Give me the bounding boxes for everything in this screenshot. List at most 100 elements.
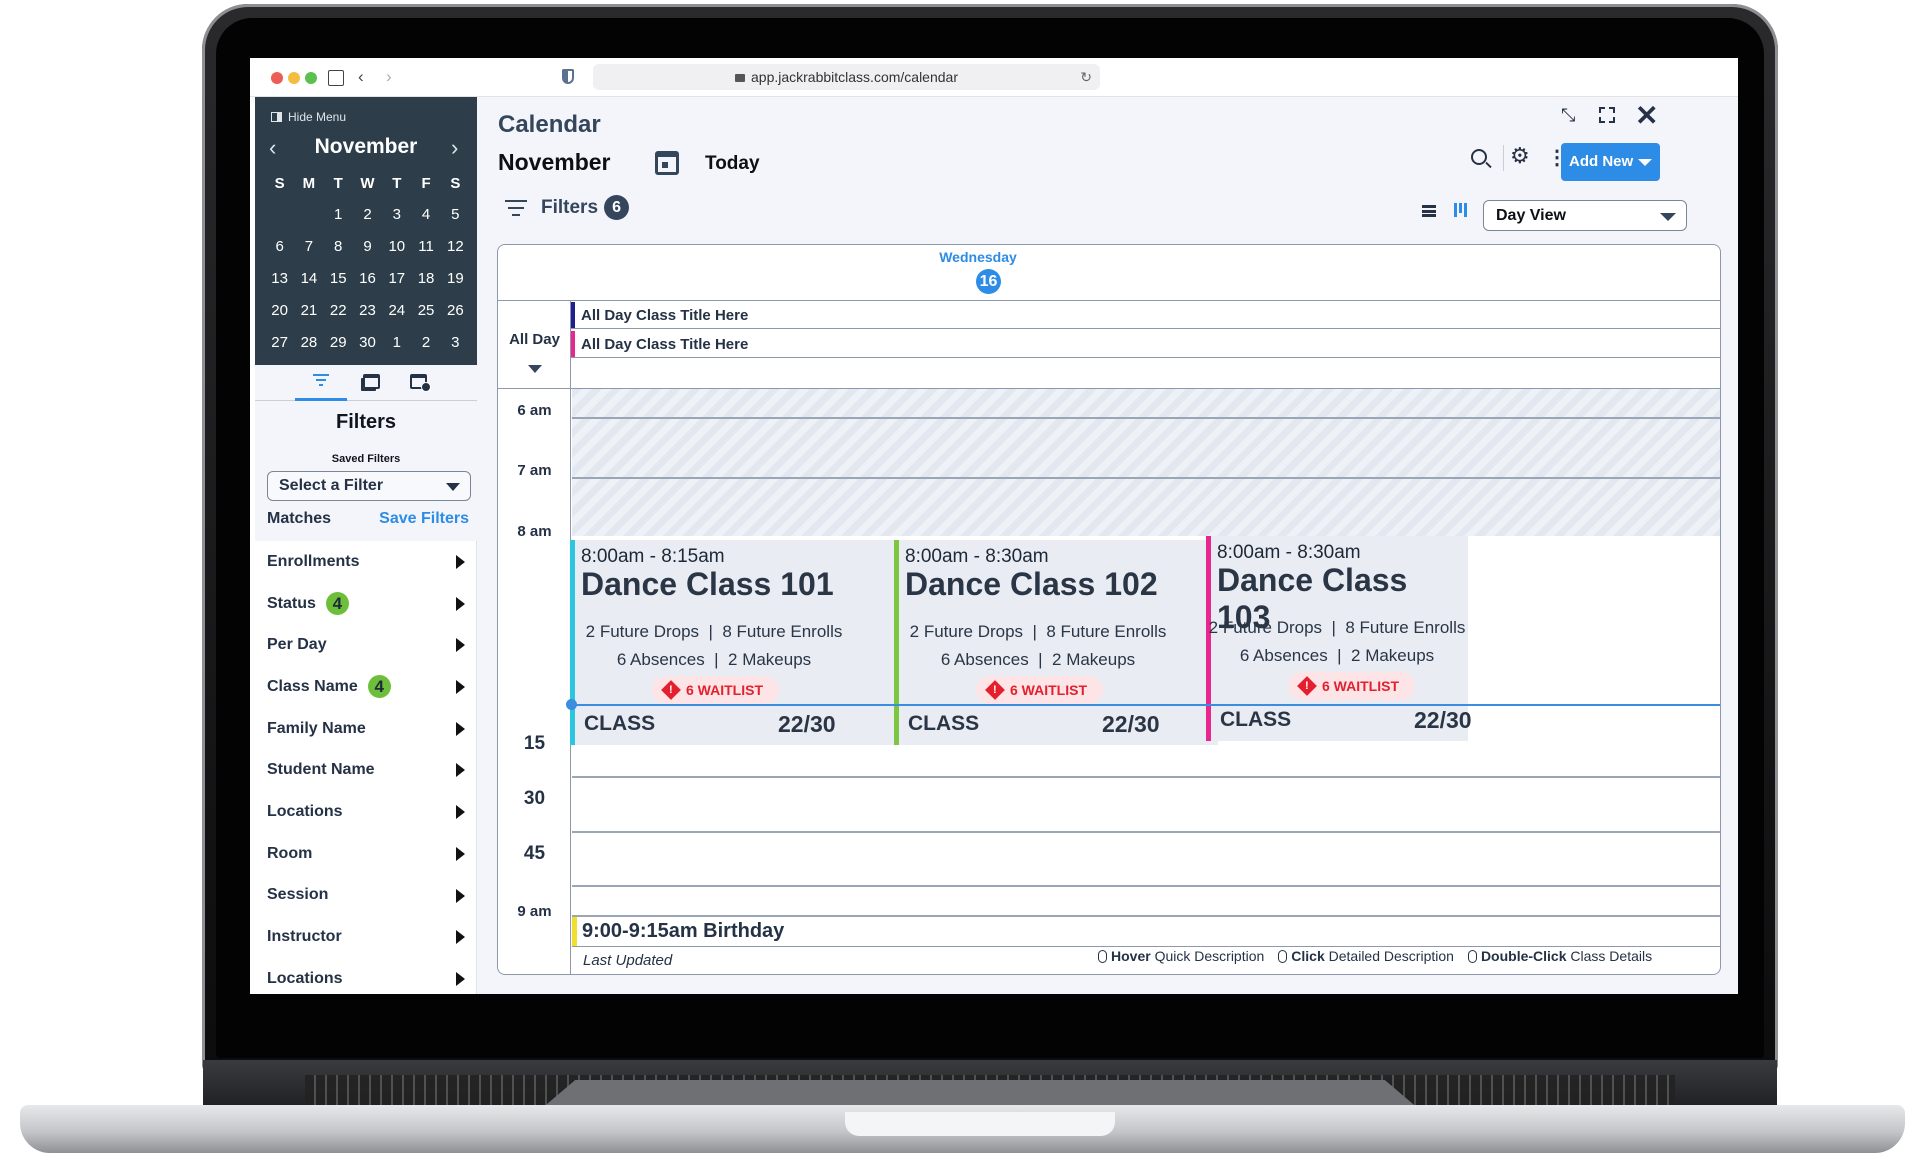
birthday-event[interactable]: 9:00-9:15am Birthday xyxy=(572,917,1720,947)
class-attendance: 6 Absences | 2 Makeups xyxy=(940,650,1136,669)
mini-calendar-day[interactable]: 4 xyxy=(411,199,440,231)
all-day-event[interactable]: All Day Class Title Here xyxy=(571,302,1720,329)
class-event-card[interactable]: 8:00am - 8:30am Dance Class 102 2 Future D… xyxy=(894,540,1218,745)
filter-item[interactable]: Class Name 4 xyxy=(255,666,477,708)
mini-calendar-day[interactable]: 12 xyxy=(441,231,470,263)
class-event-card[interactable]: 8:00am - 8:15am Dance Class 101 2 Future D… xyxy=(570,540,894,745)
view-select[interactable]: Day View xyxy=(1483,200,1687,231)
list-view-icon[interactable] xyxy=(1422,205,1436,217)
filter-item[interactable]: Locations xyxy=(255,958,477,994)
hide-menu-label: Hide Menu xyxy=(288,110,347,124)
mouse-icon xyxy=(1098,950,1107,963)
back-icon[interactable]: ‹ xyxy=(358,67,364,87)
filter-item[interactable]: Enrollments xyxy=(255,541,477,583)
mini-calendar-day[interactable]: 5 xyxy=(441,199,470,231)
saved-filters-label: Saved Filters xyxy=(331,453,401,465)
event-color-bar xyxy=(570,540,575,745)
mini-calendar-day[interactable]: 6 xyxy=(265,231,294,263)
next-month-button[interactable]: › xyxy=(451,135,458,161)
mini-calendar-day[interactable]: 10 xyxy=(382,231,411,263)
forward-icon[interactable]: › xyxy=(386,67,392,87)
filters-button[interactable]: Filters 6 xyxy=(505,195,630,220)
close-icon[interactable]: ✕ xyxy=(1635,99,1658,132)
mini-calendar-day[interactable]: 25 xyxy=(411,295,440,327)
mini-calendar-day[interactable]: 16 xyxy=(353,263,382,295)
tab-schedule[interactable] xyxy=(405,371,431,393)
tab-classes[interactable] xyxy=(358,371,384,393)
reload-icon[interactable]: ↻ xyxy=(1080,64,1092,90)
filter-item[interactable]: Room xyxy=(255,833,477,875)
save-filters-link[interactable]: Save Filters xyxy=(379,510,469,528)
collapse-icon[interactable]: ⤡ xyxy=(1561,105,1575,126)
filter-list: Enrollments Status 4 Per Day Class Name 4 Fami… xyxy=(255,541,477,994)
legend-item: Double-Click Class Details xyxy=(1467,948,1652,964)
mini-calendar-day[interactable]: 14 xyxy=(294,263,323,295)
close-window-button[interactable] xyxy=(271,72,283,84)
maximize-window-button[interactable] xyxy=(305,72,317,84)
mini-calendar-day[interactable]: 15 xyxy=(324,263,353,295)
calendar-icon[interactable] xyxy=(655,151,679,175)
mini-calendar-day[interactable]: 1 xyxy=(324,199,353,231)
day-of-week-label: S xyxy=(274,175,285,192)
mini-calendar-day[interactable]: 19 xyxy=(441,263,470,295)
hide-menu-button[interactable]: Hide Menu xyxy=(271,110,346,124)
mini-calendar-day[interactable]: 17 xyxy=(382,263,411,295)
url-bar[interactable]: app.jackrabbitclass.com/calendar ↻ xyxy=(593,64,1100,90)
toolbar-divider xyxy=(1503,145,1504,171)
mini-calendar-day[interactable]: 23 xyxy=(353,295,382,327)
shield-icon[interactable] xyxy=(562,69,574,84)
class-type: CLASS xyxy=(908,712,980,735)
filter-item[interactable]: Per Day xyxy=(255,624,477,666)
mini-calendar-day[interactable]: 27 xyxy=(265,327,294,359)
minimize-window-button[interactable] xyxy=(288,72,300,84)
add-new-button[interactable]: Add New xyxy=(1561,143,1660,181)
mini-calendar-day[interactable]: 29 xyxy=(324,327,353,359)
mini-calendar-day[interactable]: 20 xyxy=(265,295,294,327)
filter-icon xyxy=(308,374,334,388)
all-day-event[interactable]: All Day Class Title Here xyxy=(571,331,1720,358)
filter-item[interactable]: Student Name xyxy=(255,749,477,791)
mini-calendar-day[interactable]: 24 xyxy=(382,295,411,327)
mini-calendar-day[interactable]: 2 xyxy=(353,199,382,231)
filter-item-label: Family Name xyxy=(267,719,366,737)
day-of-week-label: F xyxy=(421,175,431,192)
mini-calendar-day[interactable]: 3 xyxy=(382,199,411,231)
column-view-icon[interactable] xyxy=(1454,203,1468,217)
mini-calendar-day[interactable]: 1 xyxy=(382,327,411,359)
sidebar-toggle-icon[interactable] xyxy=(328,70,344,86)
filter-item[interactable]: Family Name xyxy=(255,708,477,750)
mini-calendar-day[interactable]: 30 xyxy=(353,327,382,359)
filter-item[interactable]: Session xyxy=(255,875,477,917)
fullscreen-icon[interactable] xyxy=(1599,107,1615,123)
caret-right-icon xyxy=(456,763,465,778)
add-new-label: Add New xyxy=(1569,153,1634,170)
mini-calendar-day[interactable]: 11 xyxy=(411,231,440,263)
mini-calendar-day[interactable]: 8 xyxy=(324,231,353,263)
mini-calendar-day[interactable]: 22 xyxy=(324,295,353,327)
legend-action: Double-Click xyxy=(1480,948,1567,964)
search-icon[interactable] xyxy=(1471,149,1492,169)
filter-item[interactable]: Instructor xyxy=(255,916,477,958)
filter-item-label: Enrollments xyxy=(267,552,360,570)
saved-filter-select[interactable]: Select a Filter xyxy=(267,471,471,501)
class-event-card[interactable]: 8:00am - 8:30am Dance Class 103 2 Future D… xyxy=(1206,536,1472,741)
mini-calendar-day[interactable]: 2 xyxy=(411,327,440,359)
mini-calendar-day[interactable]: 13 xyxy=(265,263,294,295)
legend-item: Click Detailed Description xyxy=(1278,948,1454,964)
warning-icon: ! xyxy=(985,680,1005,700)
gear-icon[interactable]: ⚙ xyxy=(1510,143,1530,169)
mini-calendar-day[interactable]: 9 xyxy=(353,231,382,263)
mini-calendar-day[interactable]: 28 xyxy=(294,327,323,359)
expand-all-day-icon[interactable] xyxy=(528,365,542,373)
mini-calendar-day[interactable]: 26 xyxy=(441,295,470,327)
mini-calendar-day[interactable]: 21 xyxy=(294,295,323,327)
today-button[interactable]: Today xyxy=(705,153,760,175)
waitlist-badge: ! 6 WAITLIST xyxy=(976,676,1103,704)
tab-filters[interactable] xyxy=(308,371,334,393)
mini-calendar-day[interactable]: 3 xyxy=(441,327,470,359)
mini-calendar-day[interactable]: 7 xyxy=(294,231,323,263)
filter-item[interactable]: Status 4 xyxy=(255,583,477,625)
mini-calendar-day[interactable]: 18 xyxy=(411,263,440,295)
day-number-badge[interactable]: 16 xyxy=(976,269,1001,294)
filter-item[interactable]: Locations xyxy=(255,791,477,833)
